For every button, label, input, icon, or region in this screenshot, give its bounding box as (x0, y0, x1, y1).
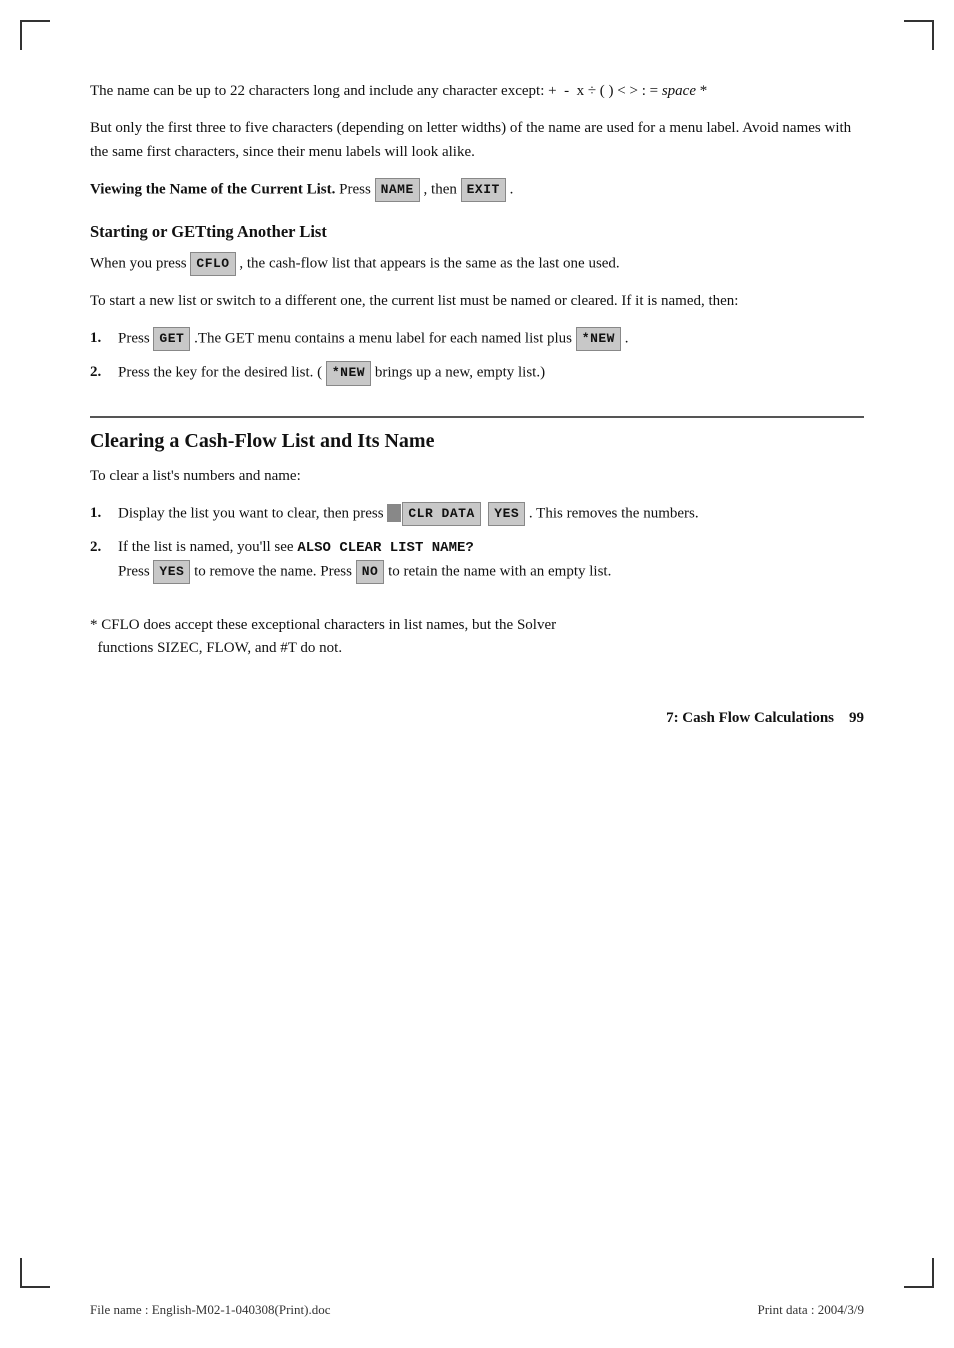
shift-key[interactable] (387, 504, 401, 522)
intro-para-1: The name can be up to 22 characters long… (90, 80, 864, 103)
corner-mark-bottom-right (904, 1258, 934, 1288)
new-key-2[interactable]: *NEW (326, 361, 371, 385)
major-section-heading: Clearing a Cash-Flow List and Its Name (90, 430, 864, 453)
page: The name can be up to 22 characters long… (0, 0, 954, 1348)
yes-key-1[interactable]: YES (488, 502, 525, 526)
section1-heading: Starting or GETting Another List (90, 222, 864, 242)
footer-printdata: Print data : 2004/3/9 (757, 1302, 864, 1318)
list1-item-2: 2. Press the key for the desired list. (… (90, 361, 864, 385)
page-number-area: 7: Cash Flow Calculations 99 (90, 700, 864, 727)
yes-key-2[interactable]: YES (153, 560, 190, 584)
viewing-period: . (510, 181, 514, 197)
main-content: The name can be up to 22 characters long… (90, 80, 864, 727)
corner-mark-top-right (904, 20, 934, 50)
footer: File name : English-M02-1-040308(Print).… (90, 1302, 864, 1318)
list2-item-2: 2. If the list is named, you'll see ALSO… (90, 536, 864, 584)
list1-item2-content: Press the key for the desired list. ( *N… (118, 361, 864, 385)
list2-item1-num: 1. (90, 502, 118, 525)
exit-key[interactable]: EXIT (461, 178, 506, 202)
page-number: 99 (849, 710, 864, 726)
list1: 1. Press GET .The GET menu contains a me… (90, 327, 864, 385)
new-key-1[interactable]: *NEW (576, 327, 621, 351)
section1-para1-pre: When you press (90, 255, 190, 271)
section1-para1-post: , the cash-flow list that appears is the… (236, 255, 620, 271)
name-key[interactable]: NAME (375, 178, 420, 202)
list1-item1-content: Press GET .The GET menu contains a menu … (118, 327, 864, 351)
list2-item2-content: If the list is named, you'll see ALSO CL… (118, 536, 864, 584)
footer-filename: File name : English-M02-1-040308(Print).… (90, 1302, 330, 1318)
list1-item1-num: 1. (90, 327, 118, 350)
footnote: * CFLO does accept these exceptional cha… (90, 614, 864, 661)
cflo-key[interactable]: CFLO (190, 252, 235, 276)
list2-item1-content: Display the list you want to clear, then… (118, 502, 864, 526)
list1-item2-num: 2. (90, 361, 118, 384)
corner-mark-bottom-left (20, 1258, 50, 1288)
section1-para2: To start a new list or switch to a diffe… (90, 290, 864, 313)
footnote-text: * CFLO does accept these exceptional cha… (90, 614, 864, 661)
also-clear-text: ALSO CLEAR LIST NAME? (297, 540, 473, 556)
list2-item2-num: 2. (90, 536, 118, 559)
major-para1: To clear a list's numbers and name: (90, 465, 864, 488)
page-chapter: 7: Cash Flow Calculations (666, 710, 834, 726)
corner-mark-top-left (20, 20, 50, 50)
viewing-then: , then (424, 181, 461, 197)
get-key[interactable]: GET (153, 327, 190, 351)
viewing-text: Press (339, 181, 374, 197)
major-section: Clearing a Cash-Flow List and Its Name T… (90, 416, 864, 584)
list1-item-1: 1. Press GET .The GET menu contains a me… (90, 327, 864, 351)
intro-para-2: But only the first three to five charact… (90, 117, 864, 164)
viewing-line: Viewing the Name of the Current List. Pr… (90, 178, 864, 202)
section1-para1: When you press CFLO , the cash-flow list… (90, 252, 864, 276)
list2-item-1: 1. Display the list you want to clear, t… (90, 502, 864, 526)
no-key[interactable]: NO (356, 560, 385, 584)
list2: 1. Display the list you want to clear, t… (90, 502, 864, 584)
viewing-label: Viewing the Name of the Current List. (90, 181, 335, 197)
clr-data-key[interactable]: CLR DATA (402, 502, 480, 526)
